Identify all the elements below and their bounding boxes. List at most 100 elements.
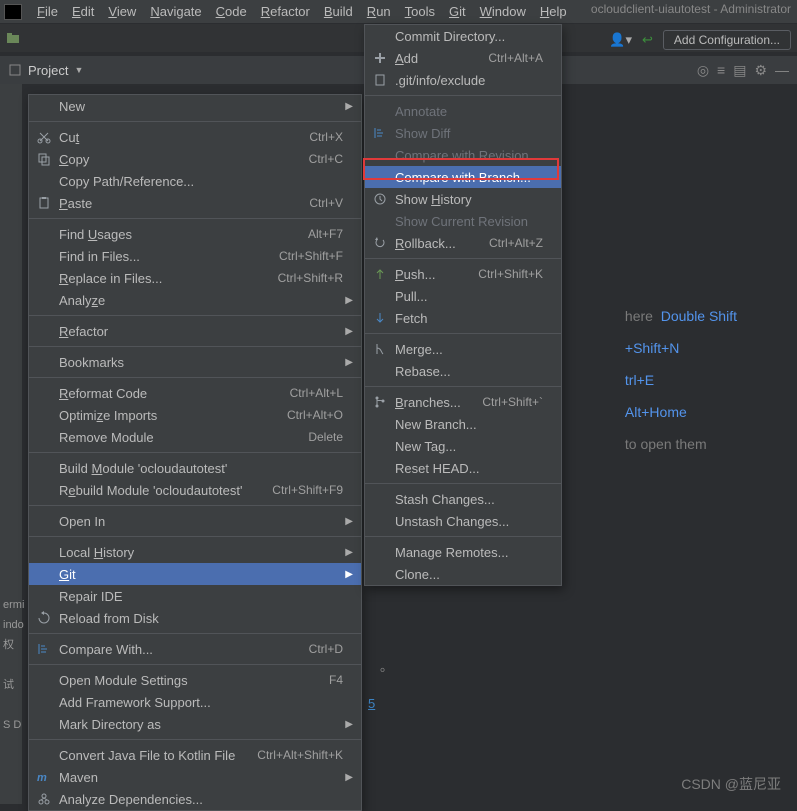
menu-item-replace-in-files[interactable]: Replace in Files...Ctrl+Shift+R (29, 267, 361, 289)
menu-navigate[interactable]: Navigate (143, 2, 208, 21)
menu-git[interactable]: Git (442, 2, 473, 21)
menu-item-convert-java-file-to-kotlin-file[interactable]: Convert Java File to Kotlin FileCtrl+Alt… (29, 744, 361, 766)
maven-icon: m (37, 770, 51, 784)
separator (29, 664, 361, 665)
menu-item-pull[interactable]: Pull... (365, 285, 561, 307)
menu-item-analyze[interactable]: Analyze▶ (29, 289, 361, 311)
menu-item-paste[interactable]: PasteCtrl+V (29, 192, 361, 214)
menu-help[interactable]: Help (533, 2, 574, 21)
menu-item-label: Reformat Code (59, 386, 147, 401)
menu-item-find-usages[interactable]: Find UsagesAlt+F7 (29, 223, 361, 245)
menu-item-commit-directory[interactable]: Commit Directory... (365, 25, 561, 47)
shortcut-label: F4 (329, 673, 343, 687)
menu-window[interactable]: Window (473, 2, 533, 21)
rollback-icon (373, 236, 387, 250)
menu-item-local-history[interactable]: Local History▶ (29, 541, 361, 563)
menu-item-label: Stash Changes... (395, 492, 495, 507)
expand-all-icon[interactable]: ≡ (717, 62, 725, 79)
menu-build[interactable]: Build (317, 2, 360, 21)
back-icon[interactable]: ↩ (642, 32, 653, 48)
menu-item-label: Cut (59, 130, 79, 145)
menu-item-copy-path-reference[interactable]: Copy Path/Reference... (29, 170, 361, 192)
menu-item-manage-remotes[interactable]: Manage Remotes... (365, 541, 561, 563)
menu-item-unstash-changes[interactable]: Unstash Changes... (365, 510, 561, 532)
menu-item-fetch[interactable]: Fetch (365, 307, 561, 329)
menu-item-label: Branches... (395, 395, 461, 410)
menu-item-merge[interactable]: Merge... (365, 338, 561, 360)
menu-item-label: Refactor (59, 324, 108, 339)
shortcut-label: Ctrl+Alt+Shift+K (257, 748, 343, 762)
watermark: CSDN @蓝尼亚 (681, 774, 781, 794)
menu-item-stash-changes[interactable]: Stash Changes... (365, 488, 561, 510)
menu-file[interactable]: File (30, 2, 65, 21)
menu-item-maven[interactable]: mMaven▶ (29, 766, 361, 788)
menu-item-optimize-imports[interactable]: Optimize ImportsCtrl+Alt+O (29, 404, 361, 426)
menu-item-reload-from-disk[interactable]: Reload from Disk (29, 607, 361, 629)
menu-item-clone[interactable]: Clone... (365, 563, 561, 585)
hide-icon[interactable]: — (775, 62, 789, 79)
menu-item-build-module-ocloudautotest[interactable]: Build Module 'ocloudautotest' (29, 457, 361, 479)
separator (365, 536, 561, 537)
stray-link[interactable]: 5 (368, 696, 375, 711)
menu-item-label: Copy (59, 152, 89, 167)
git-submenu: Commit Directory...AddCtrl+Alt+A.git/inf… (364, 24, 562, 586)
menu-item-reset-head[interactable]: Reset HEAD... (365, 457, 561, 479)
menu-item-label: Clone... (395, 567, 440, 582)
menu-item-show-current-revision: Show Current Revision (365, 210, 561, 232)
menu-item-git[interactable]: Git▶ (29, 563, 361, 585)
menu-item-new-branch[interactable]: New Branch... (365, 413, 561, 435)
stray-text: 。 (380, 656, 393, 675)
gear-icon[interactable]: ⚙ (754, 62, 767, 79)
menu-item-rollback[interactable]: Rollback...Ctrl+Alt+Z (365, 232, 561, 254)
chevron-right-icon: ▶ (345, 357, 353, 368)
chevron-down-icon[interactable]: ▼ (74, 65, 83, 75)
menu-item-reformat-code[interactable]: Reformat Code Ctrl+Alt+L (29, 382, 361, 404)
menu-item-rebuild-module-ocloudautotest[interactable]: Rebuild Module 'ocloudautotest'Ctrl+Shif… (29, 479, 361, 501)
menu-item-open-in[interactable]: Open In▶ (29, 510, 361, 532)
menu-item-bookmarks[interactable]: Bookmarks▶ (29, 351, 361, 373)
menu-item-analyze-dependencies[interactable]: Analyze Dependencies... (29, 788, 361, 810)
menu-item-new-tag[interactable]: New Tag... (365, 435, 561, 457)
menu-item-refactor[interactable]: Refactor▶ (29, 320, 361, 342)
menu-run[interactable]: Run (360, 2, 398, 21)
menu-item-new[interactable]: New▶ (29, 95, 361, 117)
menu-item-branches[interactable]: Branches... Ctrl+Shift+` (365, 391, 561, 413)
menu-item-copy[interactable]: CopyCtrl+C (29, 148, 361, 170)
menu-item-mark-directory-as[interactable]: Mark Directory as▶ (29, 713, 361, 735)
menu-item-label: Fetch (395, 311, 428, 326)
menu-item-label: Push... (395, 267, 435, 282)
shortcut-label: Alt+F7 (308, 227, 343, 241)
shortcut-label: Ctrl+Alt+L (290, 386, 343, 400)
menu-item-label: Git (59, 567, 76, 582)
add-configuration-button[interactable]: Add Configuration... (663, 30, 791, 50)
menu-tools[interactable]: Tools (398, 2, 442, 21)
file-icon (373, 73, 387, 87)
menu-item-compare-with[interactable]: Compare With...Ctrl+D (29, 638, 361, 660)
menu-view[interactable]: View (101, 2, 143, 21)
shortcut-label: Ctrl+Shift+` (482, 395, 543, 409)
menu-item-repair-ide[interactable]: Repair IDE (29, 585, 361, 607)
menu-item-add-framework-support[interactable]: Add Framework Support... (29, 691, 361, 713)
users-icon[interactable]: 👤▾ (609, 32, 632, 48)
menu-item-push[interactable]: Push...Ctrl+Shift+K (365, 263, 561, 285)
collapse-all-icon[interactable]: ▤ (733, 62, 746, 79)
menu-item-label: Analyze Dependencies... (59, 792, 203, 807)
menu-item-find-in-files[interactable]: Find in Files...Ctrl+Shift+F (29, 245, 361, 267)
menu-item-git-info-exclude[interactable]: .git/info/exclude (365, 69, 561, 91)
menu-item-cut[interactable]: CutCtrl+X (29, 126, 361, 148)
menu-item-remove-module[interactable]: Remove ModuleDelete (29, 426, 361, 448)
menu-item-compare-with-branch[interactable]: Compare with Branch... (365, 166, 561, 188)
menu-item-label: Maven (59, 770, 98, 785)
select-opened-icon[interactable]: ◎ (697, 62, 709, 79)
project-context-menu: New▶ CutCtrl+XCopyCtrl+CCopy Path/Referen… (28, 94, 362, 811)
menu-item-open-module-settings[interactable]: Open Module SettingsF4 (29, 669, 361, 691)
menu-code[interactable]: Code (209, 2, 254, 21)
menu-item-rebase[interactable]: Rebase... (365, 360, 561, 382)
menu-item-label: Remove Module (59, 430, 154, 445)
menu-edit[interactable]: Edit (65, 2, 101, 21)
menu-refactor[interactable]: Refactor (254, 2, 317, 21)
menu-item-show-history[interactable]: Show History (365, 188, 561, 210)
shortcut-label: Ctrl+Shift+F9 (272, 483, 343, 497)
chevron-right-icon: ▶ (345, 547, 353, 558)
menu-item-add[interactable]: AddCtrl+Alt+A (365, 47, 561, 69)
